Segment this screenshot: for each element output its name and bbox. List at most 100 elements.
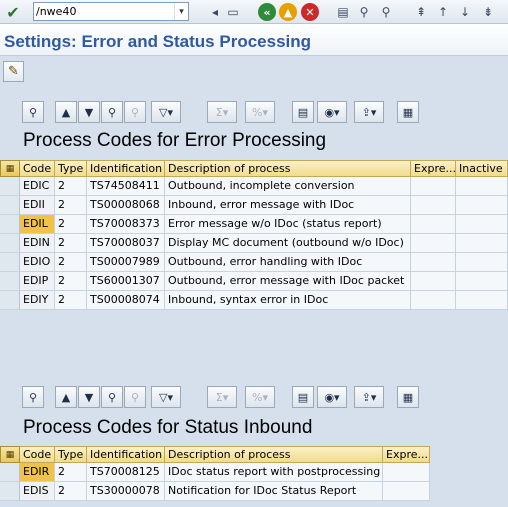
cell-identification[interactable]: TS74508411 <box>87 177 165 196</box>
cell-expression[interactable] <box>411 234 456 253</box>
command-history-dropdown-icon[interactable]: ▾ <box>174 3 188 20</box>
cell-code[interactable]: EDIS <box>20 482 55 501</box>
cell-code[interactable]: EDIO <box>20 253 55 272</box>
column-header-expression[interactable]: Expre... <box>383 446 430 463</box>
column-header-description[interactable]: Description of process <box>165 446 383 463</box>
row-selector[interactable] <box>0 177 20 196</box>
cell-identification[interactable]: TS00008068 <box>87 196 165 215</box>
cell-description[interactable]: Error message w/o IDoc (status report) <box>165 215 411 234</box>
cell-expression[interactable] <box>411 272 456 291</box>
cell-inactive[interactable] <box>456 234 508 253</box>
cell-code[interactable]: EDIY <box>20 291 55 310</box>
first-page-icon[interactable]: ⇞ <box>412 3 430 21</box>
cell-type[interactable]: 2 <box>55 215 87 234</box>
column-header-identification[interactable]: Identification <box>87 160 165 177</box>
cell-type[interactable]: 2 <box>55 253 87 272</box>
back-icon[interactable]: « <box>258 3 276 21</box>
find-button[interactable]: ⚲ <box>101 386 123 408</box>
row-selector[interactable] <box>0 196 20 215</box>
row-selector[interactable] <box>0 291 20 310</box>
column-header-description[interactable]: Description of process <box>165 160 411 177</box>
row-selector[interactable] <box>0 215 20 234</box>
cell-inactive[interactable] <box>456 291 508 310</box>
print-preview-button[interactable]: ▤ <box>292 101 314 123</box>
export-button[interactable]: ⇪▾ <box>354 101 384 123</box>
cell-code[interactable]: EDIN <box>20 234 55 253</box>
views-button[interactable]: ◉▾ <box>317 386 347 408</box>
column-header-expression[interactable]: Expre... <box>411 160 456 177</box>
select-all-icon[interactable]: ▦ <box>0 160 20 177</box>
layout-button[interactable]: ▦ <box>397 386 419 408</box>
save-icon[interactable]: ▭ <box>224 3 242 21</box>
next-page-icon[interactable]: ↓ <box>456 3 474 21</box>
find-icon[interactable]: ⚲ <box>355 3 373 21</box>
cell-identification[interactable]: TS70008125 <box>87 463 165 482</box>
cell-description[interactable]: Notification for IDoc Status Report <box>165 482 383 501</box>
row-selector[interactable] <box>0 482 20 501</box>
filter-button[interactable]: ▽▾ <box>151 101 181 123</box>
cell-inactive[interactable] <box>456 196 508 215</box>
cell-expression[interactable] <box>383 482 430 501</box>
cell-identification[interactable]: TS00007989 <box>87 253 165 272</box>
cancel-icon[interactable]: ✕ <box>301 3 319 21</box>
cell-identification[interactable]: TS60001307 <box>87 272 165 291</box>
layout-button[interactable]: ▦ <box>397 101 419 123</box>
cell-type[interactable]: 2 <box>55 196 87 215</box>
cell-expression[interactable] <box>411 196 456 215</box>
column-header-code[interactable]: Code <box>20 160 55 177</box>
row-selector[interactable] <box>0 463 20 482</box>
cell-expression[interactable] <box>411 177 456 196</box>
cell-inactive[interactable] <box>456 272 508 291</box>
column-header-inactive[interactable]: Inactive <box>456 160 508 177</box>
sort-descending-button[interactable]: ▼ <box>78 386 100 408</box>
sort-descending-button[interactable]: ▼ <box>78 101 100 123</box>
row-selector[interactable] <box>0 272 20 291</box>
details-button[interactable]: ⚲ <box>22 101 44 123</box>
cell-description[interactable]: Inbound, syntax error in IDoc <box>165 291 411 310</box>
cell-identification[interactable]: TS30000078 <box>87 482 165 501</box>
cell-code[interactable]: EDIC <box>20 177 55 196</box>
find-button[interactable]: ⚲ <box>101 101 123 123</box>
cell-inactive[interactable] <box>456 253 508 272</box>
export-button[interactable]: ⇪▾ <box>354 386 384 408</box>
sort-ascending-button[interactable]: ▲ <box>55 386 77 408</box>
cell-description[interactable]: Outbound, error message with IDoc packet <box>165 272 411 291</box>
cell-type[interactable]: 2 <box>55 234 87 253</box>
cell-expression[interactable] <box>411 215 456 234</box>
last-page-icon[interactable]: ⇟ <box>479 3 497 21</box>
cell-identification[interactable]: TS70008373 <box>87 215 165 234</box>
cell-type[interactable]: 2 <box>55 463 87 482</box>
cell-expression[interactable] <box>411 291 456 310</box>
enter-check-icon[interactable]: ✔ <box>3 3 23 22</box>
display-change-toggle-button[interactable]: ✎ <box>3 61 24 82</box>
cell-code[interactable]: EDIR <box>20 463 55 482</box>
cell-code[interactable]: EDIP <box>20 272 55 291</box>
cell-type[interactable]: 2 <box>55 272 87 291</box>
cell-type[interactable]: 2 <box>55 291 87 310</box>
cell-expression[interactable] <box>411 253 456 272</box>
cell-type[interactable]: 2 <box>55 177 87 196</box>
column-header-type[interactable]: Type <box>55 446 87 463</box>
cell-inactive[interactable] <box>456 215 508 234</box>
cell-expression[interactable] <box>383 463 430 482</box>
details-button[interactable]: ⚲ <box>22 386 44 408</box>
filter-button[interactable]: ▽▾ <box>151 386 181 408</box>
row-selector[interactable] <box>0 253 20 272</box>
cell-description[interactable]: Outbound, error handling with IDoc <box>165 253 411 272</box>
exit-icon[interactable]: ▲ <box>279 3 297 21</box>
print-preview-button[interactable]: ▤ <box>292 386 314 408</box>
views-button[interactable]: ◉▾ <box>317 101 347 123</box>
row-selector[interactable] <box>0 234 20 253</box>
cell-description[interactable]: Display MC document (outbound w/o IDoc) <box>165 234 411 253</box>
select-all-icon[interactable]: ▦ <box>0 446 20 463</box>
column-header-type[interactable]: Type <box>55 160 87 177</box>
sort-ascending-button[interactable]: ▲ <box>55 101 77 123</box>
cell-identification[interactable]: TS00008074 <box>87 291 165 310</box>
cell-code[interactable]: EDII <box>20 196 55 215</box>
find-next-icon[interactable]: ⚲ <box>377 3 395 21</box>
cell-inactive[interactable] <box>456 177 508 196</box>
column-header-identification[interactable]: Identification <box>87 446 165 463</box>
cell-description[interactable]: Inbound, error message with IDoc <box>165 196 411 215</box>
cell-description[interactable]: Outbound, incomplete conversion <box>165 177 411 196</box>
cell-description[interactable]: IDoc status report with postprocessing <box>165 463 383 482</box>
